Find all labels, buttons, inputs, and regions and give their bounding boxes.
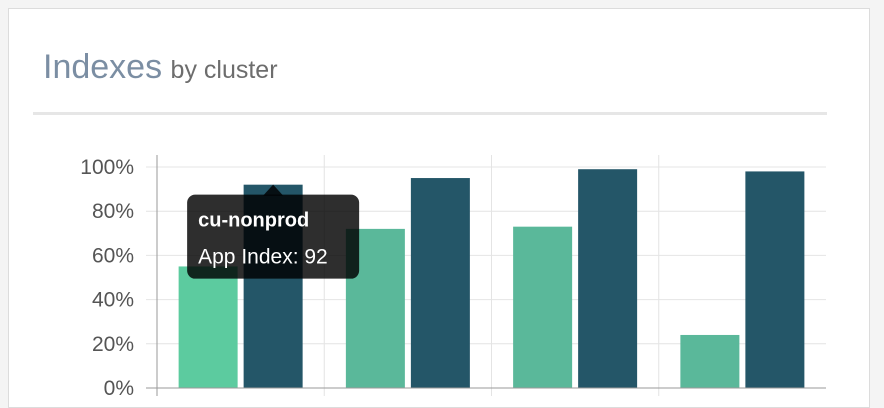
bar[interactable] xyxy=(578,169,638,388)
chart-tooltip: cu-nonprod App Index: 92 xyxy=(187,184,360,279)
y-tick-label: 80% xyxy=(92,200,134,223)
y-tick-label: 0% xyxy=(104,377,134,400)
y-axis-tick-labels: 0% 20% 40% 60% 80% 100% xyxy=(80,156,134,400)
y-tick-label: 20% xyxy=(92,333,134,356)
bar[interactable] xyxy=(410,178,470,388)
tooltip-title: cu-nonprod xyxy=(198,210,309,232)
indexes-bar-chart: 0% 20% 40% 60% 80% 100% cu-nonprod App Index:… xyxy=(80,155,826,400)
bar[interactable] xyxy=(513,226,573,388)
y-tick-label: 60% xyxy=(92,244,134,267)
bar[interactable] xyxy=(680,334,740,388)
bar[interactable] xyxy=(745,171,805,388)
y-tick-label: 100% xyxy=(80,156,134,179)
bar[interactable] xyxy=(178,266,238,388)
y-tick-label: 40% xyxy=(92,289,134,312)
tooltip-body: App Index: 92 xyxy=(198,246,328,269)
